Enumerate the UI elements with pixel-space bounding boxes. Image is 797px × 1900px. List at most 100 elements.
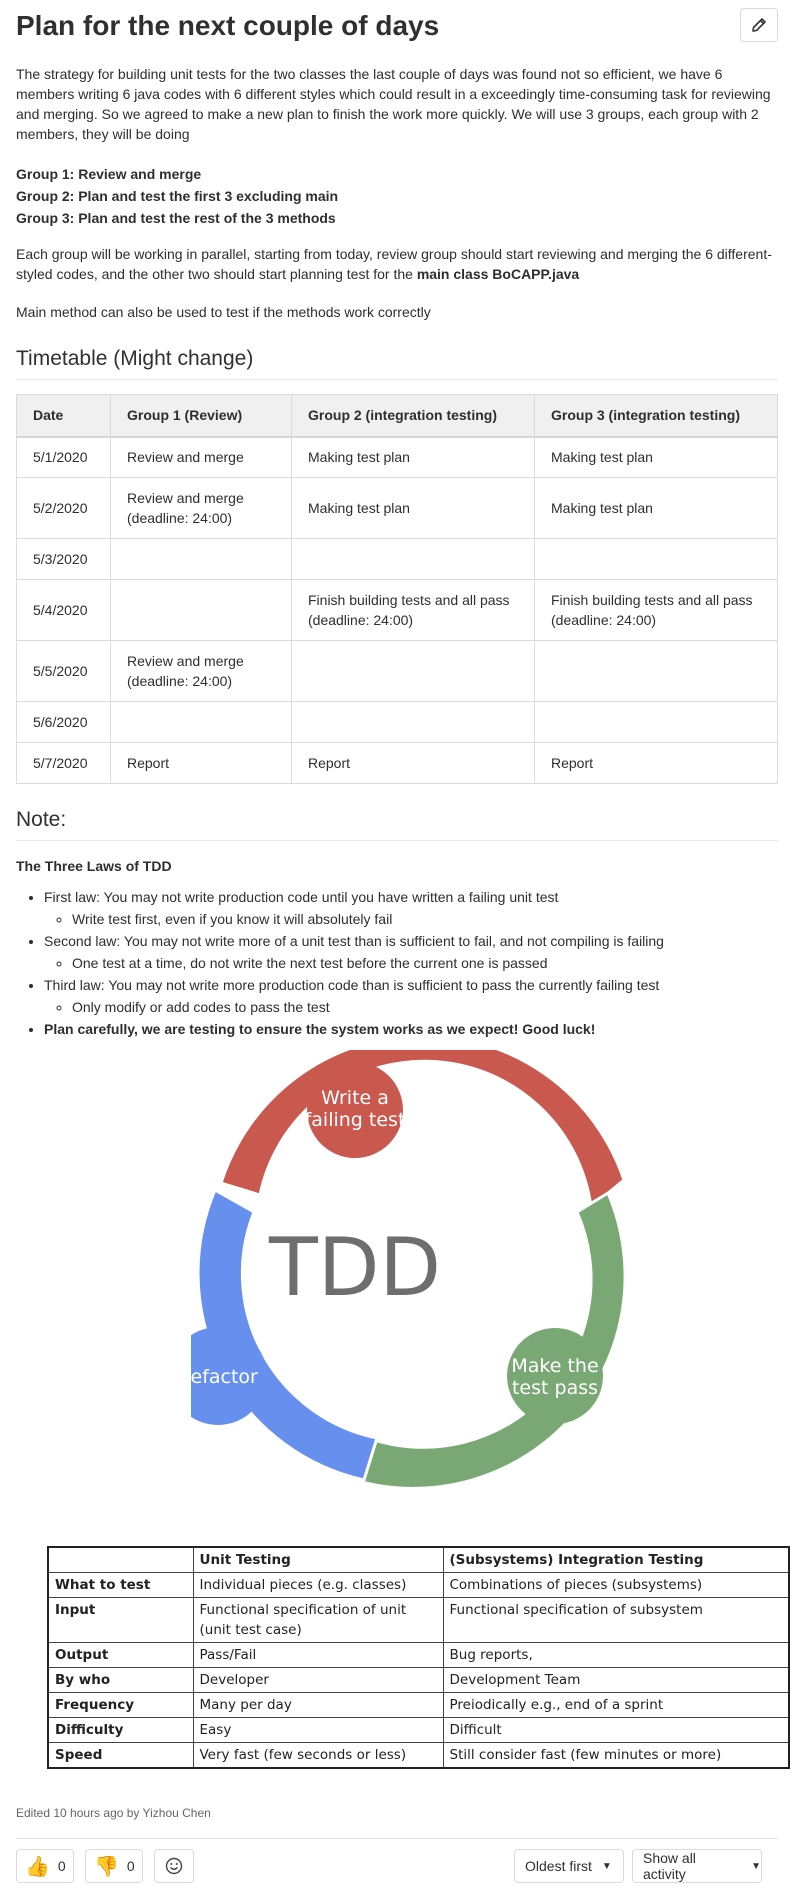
table-cell: Report — [291, 742, 535, 784]
table-cell: 5/7/2020 — [16, 742, 111, 784]
sort-label: Oldest first — [525, 1858, 592, 1874]
table-row: Input Functional specification of unit (… — [47, 1597, 790, 1643]
table-cell: Functional specification of subsystem — [442, 1597, 790, 1643]
table-cell: 5/5/2020 — [16, 640, 111, 702]
list-item: Third law: You may not write more produc… — [44, 974, 776, 1018]
table-cell: Review and merge (deadline: 24:00) — [110, 477, 292, 539]
column-header: Unit Testing — [192, 1546, 444, 1573]
thumbs-up-count: 0 — [57, 1858, 66, 1874]
table-cell — [291, 538, 535, 580]
wiki-page: Plan for the next couple of days The str… — [0, 0, 797, 1900]
edited-prefix: Edited 10 hours ago by — [16, 1806, 143, 1820]
table-cell: 5/2/2020 — [16, 477, 111, 539]
parallel-paragraph: Each group will be working in parallel, … — [16, 244, 776, 284]
pass-label-1: Make the — [511, 1355, 598, 1377]
row-header: Output — [47, 1642, 194, 1668]
column-header: Group 2 (integration testing) — [291, 394, 535, 438]
table-cell: Finish building tests and all pass (dead… — [291, 579, 535, 641]
sort-dropdown[interactable]: Oldest first ▼ — [514, 1849, 624, 1883]
activity-filter-dropdown[interactable]: Show all activity ▼ — [632, 1849, 762, 1883]
table-cell — [110, 579, 292, 641]
activity-label: Show all activity — [643, 1850, 696, 1882]
table-cell: Individual pieces (e.g. classes) — [192, 1572, 444, 1598]
row-header: Difficulty — [47, 1717, 194, 1743]
add-reaction-button[interactable] — [154, 1849, 194, 1883]
row-header: What to test — [47, 1572, 194, 1598]
table-cell: Many per day — [192, 1692, 444, 1718]
table-cell: Report — [534, 742, 778, 784]
table-cell — [534, 701, 778, 743]
table-cell: Making test plan — [291, 477, 535, 539]
thumbs-down-count: 0 — [126, 1858, 135, 1874]
column-header: Group 3 (integration testing) — [534, 394, 778, 438]
tdd-center-label: TDD — [268, 1221, 441, 1314]
table-cell: Difficult — [442, 1717, 790, 1743]
table-cell: Very fast (few seconds or less) — [192, 1742, 444, 1769]
law-text: Third law: You may not write more produc… — [44, 977, 660, 993]
intro-paragraph: The strategy for building unit tests for… — [16, 66, 771, 142]
list-item: Second law: You may not write more of a … — [44, 930, 776, 974]
table-cell — [291, 701, 535, 743]
table-row: Speed Very fast (few seconds or less) St… — [47, 1742, 790, 1769]
table-cell: Bug reports, — [442, 1642, 790, 1668]
table-row: 5/1/2020 Review and merge Making test pl… — [16, 436, 778, 478]
thumbs-up-button[interactable]: 👍 0 — [16, 1849, 74, 1883]
list-item: Only modify or add codes to pass the tes… — [72, 996, 776, 1018]
thumbs-down-icon: 👎 — [94, 1855, 119, 1878]
table-cell — [47, 1546, 194, 1573]
row-header: By who — [47, 1667, 194, 1693]
table-cell: Easy — [192, 1717, 444, 1743]
main-class-name: main class BoCAPP.java — [416, 266, 580, 282]
table-cell — [534, 640, 778, 702]
editor-link[interactable]: Yizhou Chen — [143, 1806, 211, 1820]
table-row: By who Developer Development Team — [47, 1667, 790, 1693]
table-cell: Pass/Fail — [192, 1642, 444, 1668]
row-header: Frequency — [47, 1692, 194, 1718]
thumbs-down-button[interactable]: 👎 0 — [85, 1849, 143, 1883]
tdd-cycle-diagram: TDD Write a failing test Make the test p… — [191, 1050, 627, 1490]
refactor-label: Refactor — [191, 1366, 258, 1388]
table-row: 5/6/2020 — [16, 701, 778, 743]
table-cell: Combinations of pieces (subsystems) — [442, 1572, 790, 1598]
table-row: Unit Testing (Subsystems) Integration Te… — [47, 1546, 790, 1573]
comparison-table: Unit Testing (Subsystems) Integration Te… — [47, 1546, 790, 1769]
chevron-down-icon: ▼ — [751, 1860, 761, 1872]
table-row: 5/3/2020 — [16, 538, 778, 580]
note-heading: Note: — [16, 808, 778, 841]
pencil-icon — [752, 18, 766, 32]
table-cell: Report — [110, 742, 292, 784]
table-cell: Development Team — [442, 1667, 790, 1693]
edit-button[interactable] — [740, 8, 778, 42]
table-row: Difficulty Easy Difficult — [47, 1717, 790, 1743]
table-cell: Making test plan — [291, 436, 535, 478]
main-method-note: Main method can also be used to test if … — [16, 304, 431, 320]
table-cell: Still consider fast (few minutes or more… — [442, 1742, 790, 1769]
column-header: Group 1 (Review) — [110, 394, 292, 438]
pass-label-2: test pass — [512, 1377, 598, 1399]
group-2-line: Group 2: Plan and test the first 3 exclu… — [16, 188, 339, 204]
group-1-line: Group 1: Review and merge — [16, 166, 202, 182]
table-row: 5/4/2020 Finish building tests and all p… — [16, 579, 778, 641]
smiley-icon — [165, 1857, 183, 1875]
law-text: First law: You may not write production … — [44, 889, 559, 905]
table-cell: 5/4/2020 — [16, 579, 111, 641]
table-cell — [534, 538, 778, 580]
write-arc — [219, 1050, 626, 1210]
edited-info: Edited 10 hours ago by Yizhou Chen — [16, 1806, 211, 1820]
table-cell — [110, 701, 292, 743]
table-cell: Making test plan — [534, 436, 778, 478]
table-cell: Preiodically e.g., end of a sprint — [442, 1692, 790, 1718]
chevron-down-icon: ▼ — [601, 1860, 612, 1872]
table-cell: 5/6/2020 — [16, 701, 111, 743]
table-cell: Review and merge (deadline: 24:00) — [110, 640, 292, 702]
page-title: Plan for the next couple of days — [16, 10, 440, 41]
table-cell — [291, 640, 535, 702]
table-row: 5/2/2020 Review and merge (deadline: 24:… — [16, 477, 778, 539]
write-label-1: Write a — [321, 1087, 389, 1109]
timetable-header-row: Date Group 1 (Review) Group 2 (integrati… — [16, 394, 778, 438]
table-row: Frequency Many per day Preiodically e.g.… — [47, 1692, 790, 1718]
group-3-line: Group 3: Plan and test the rest of the 3… — [16, 210, 336, 226]
table-cell: Developer — [192, 1667, 444, 1693]
timetable: Date Group 1 (Review) Group 2 (integrati… — [16, 394, 778, 784]
table-row: 5/5/2020 Review and merge (deadline: 24:… — [16, 640, 778, 702]
